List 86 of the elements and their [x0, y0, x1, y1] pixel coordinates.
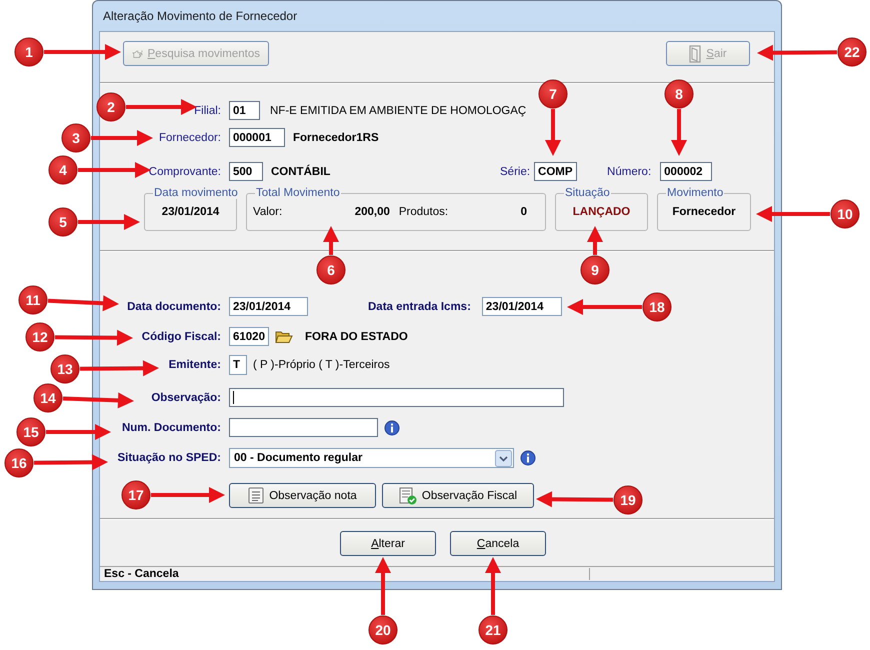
callout-marker: 5 — [48, 208, 78, 236]
callout-arrow — [485, 557, 501, 615]
callout-marker: 20 — [368, 616, 398, 644]
field-label: Emitente: — [168, 359, 221, 371]
field-label: Situação no SPED: — [117, 452, 221, 464]
group-title: Situação — [564, 187, 611, 199]
fiscal-description: FORA DO ESTADO — [305, 330, 408, 342]
callout-marker: 9 — [580, 256, 610, 284]
note-button[interactable]: Observação nota — [229, 483, 376, 508]
callout-marker: 11 — [18, 286, 48, 314]
callout-marker: 10 — [830, 200, 860, 228]
callout-arrow — [323, 226, 339, 255]
field-label: Observação: — [151, 392, 221, 404]
callout-marker: 15 — [16, 418, 46, 446]
field-label: Fornecedor: — [158, 132, 221, 144]
field-label: Data documento: — [127, 300, 221, 312]
field-label: Data entrada Icms: — [368, 300, 471, 312]
code-field[interactable]: 000001 — [229, 128, 285, 147]
products-count: 0 — [520, 206, 527, 218]
save-button[interactable]: Alterar — [340, 531, 436, 556]
number-field[interactable]: 000002 — [660, 162, 712, 181]
group-title: Movimento — [666, 187, 724, 199]
callout-marker: 21 — [478, 616, 508, 644]
group-value: Fornecedor — [672, 206, 736, 218]
field-label: Número: — [607, 166, 652, 178]
callout-marker: 4 — [48, 156, 78, 184]
checked-document-icon — [398, 486, 417, 504]
group-value: 23/01/2014 — [162, 206, 220, 218]
fiscal-note-button[interactable]: Observação Fiscal — [382, 483, 534, 508]
callout-marker: 13 — [50, 354, 80, 384]
callout-marker: 14 — [34, 384, 62, 412]
field-label: Série: — [500, 166, 530, 178]
callout-marker: 3 — [62, 124, 90, 152]
document-number-field[interactable] — [229, 418, 378, 437]
callout-arrow — [78, 214, 140, 230]
field-label: Código Fiscal: — [142, 330, 221, 342]
callout-marker: 2 — [96, 92, 126, 122]
callout-marker: 16 — [4, 448, 34, 478]
callout-arrow — [46, 424, 111, 440]
folder-icon — [275, 329, 293, 344]
series-field[interactable]: COMP — [534, 162, 578, 181]
field-label: Filial: — [194, 104, 221, 116]
code-field[interactable]: 61020 — [229, 327, 269, 346]
issuer-hint: ( P )-Próprio ( T )-Terceiros — [253, 359, 390, 371]
branch-description: NF-E EMITIDA EM AMBIENTE DE HOMOLOGAÇ — [270, 104, 526, 116]
callout-marker: 19 — [614, 486, 642, 514]
observation-field[interactable] — [229, 388, 564, 407]
window-title: Alteração Movimento de Fornecedor — [103, 9, 298, 23]
field-label: Num. Documento: — [122, 422, 221, 434]
callout-arrow — [587, 226, 603, 255]
value-label: Valor: — [253, 206, 282, 218]
callout-arrow — [126, 99, 197, 115]
group-title: Data movimento — [153, 187, 239, 199]
voucher-name: CONTÁBIL — [271, 166, 332, 178]
callout-arrow — [545, 109, 561, 156]
callout-arrow — [48, 295, 119, 312]
callout-marker: 6 — [316, 256, 346, 284]
status-text: Esc - Cancela — [103, 568, 180, 580]
document-icon — [248, 487, 264, 504]
total-value: 200,00 — [354, 206, 390, 218]
status-dropdown[interactable]: 00 - Documento regular — [229, 448, 514, 468]
callout-marker: 17 — [122, 480, 150, 510]
callout-arrow — [671, 109, 687, 156]
date-field[interactable]: 23/01/2014 — [229, 297, 308, 316]
door-icon — [689, 44, 702, 62]
callout-arrow — [62, 392, 134, 408]
callout-marker: 8 — [664, 80, 694, 108]
supplier-name: Fornecedor1RS — [293, 132, 379, 144]
callout-arrow — [91, 130, 153, 146]
callout-marker: 7 — [538, 80, 568, 108]
callout-marker: 18 — [642, 292, 672, 322]
field-label: Comprovante: — [148, 166, 221, 178]
callout-arrow — [375, 557, 391, 615]
issuer-field[interactable]: T — [229, 355, 247, 375]
date-field[interactable]: 23/01/2014 — [482, 297, 562, 316]
code-field[interactable]: 500 — [229, 162, 263, 181]
status-value: LANÇADO — [572, 206, 630, 218]
group-title: Total Movimento — [255, 187, 341, 199]
callout-marker: 1 — [14, 38, 44, 66]
info-icon — [520, 450, 536, 466]
products-label: Produtos: — [398, 206, 448, 218]
callout-marker: 22 — [838, 38, 866, 66]
callout-marker: 12 — [26, 322, 54, 352]
cancel-button[interactable]: Cancela — [450, 531, 546, 556]
code-field[interactable]: 01 — [229, 101, 260, 120]
info-icon — [384, 420, 400, 436]
